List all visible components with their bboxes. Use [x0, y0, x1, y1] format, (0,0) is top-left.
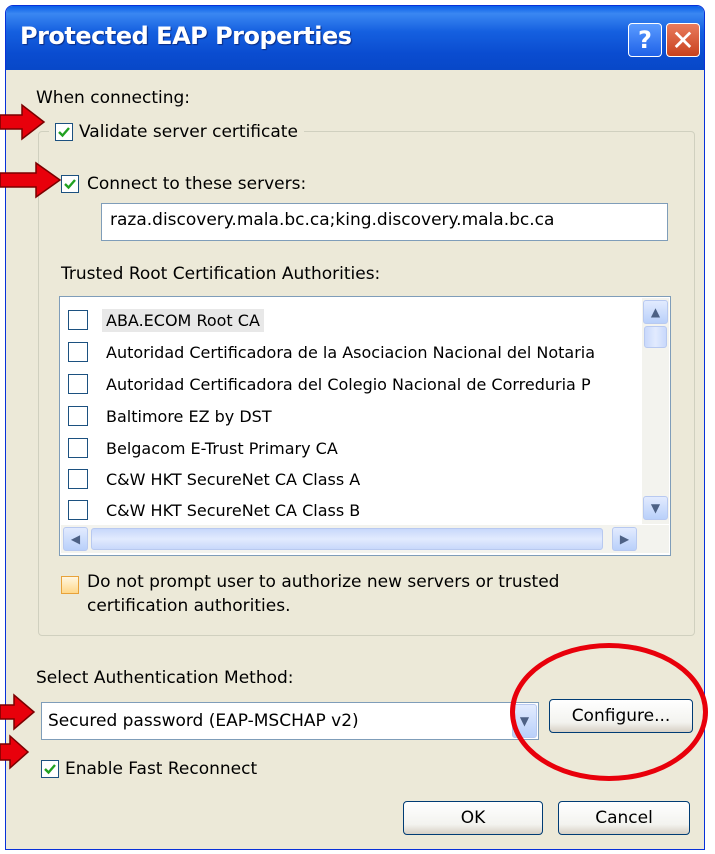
list-item[interactable]: Autoridad Certificadora de la Asociacion…: [68, 337, 599, 367]
fast-reconnect-label: Enable Fast Reconnect: [65, 759, 258, 779]
cancel-button[interactable]: Cancel: [558, 801, 690, 835]
when-connecting-label: When connecting:: [36, 88, 191, 108]
scroll-left-button[interactable]: ◀: [63, 527, 88, 551]
connect-servers-checkbox-row[interactable]: Connect to these servers:: [61, 170, 306, 198]
close-icon: ✕: [671, 23, 695, 57]
list-item-checkbox[interactable]: [68, 438, 88, 458]
do-not-prompt-checkbox[interactable]: [61, 576, 79, 594]
validate-cert-checkbox[interactable]: [55, 123, 73, 141]
do-not-prompt-label-line2: certification authorities.: [87, 596, 291, 616]
fast-reconnect-checkbox-row[interactable]: Enable Fast Reconnect: [41, 755, 257, 783]
annotation-arrow-icon: [0, 693, 36, 731]
list-item-checkbox[interactable]: [68, 406, 88, 426]
auth-method-select[interactable]: Secured password (EAP-MSCHAP v2) ▼: [41, 702, 539, 740]
chevron-up-icon: ▲: [650, 305, 661, 319]
annotation-circle: [510, 643, 708, 781]
list-item-label: C&W HKT SecureNet CA Class B: [106, 500, 361, 520]
annotation-arrow-icon: [0, 103, 46, 141]
list-item[interactable]: C&W HKT SecureNet CA Class A: [68, 464, 364, 494]
list-item[interactable]: ABA.ECOM Root CA: [68, 305, 264, 335]
title-bar[interactable]: Protected EAP Properties ? ✕: [6, 6, 704, 70]
list-item-checkbox[interactable]: [68, 342, 88, 362]
list-item-checkbox[interactable]: [68, 500, 88, 520]
do-not-prompt-label-line1: Do not prompt user to authorize new serv…: [87, 572, 560, 592]
close-button[interactable]: ✕: [666, 23, 700, 57]
annotation-arrow-icon: [0, 161, 62, 199]
list-item-label: Autoridad Certificadora de la Asociacion…: [106, 342, 596, 362]
list-item-checkbox[interactable]: [68, 310, 88, 330]
annotation-arrow-icon: [0, 734, 30, 770]
chevron-right-icon: ▶: [619, 532, 630, 546]
help-icon: ?: [638, 26, 652, 54]
auth-method-label: Select Authentication Method:: [36, 668, 294, 688]
chevron-down-icon: ▼: [650, 501, 661, 515]
list-item-checkbox[interactable]: [68, 374, 88, 394]
list-item-label: C&W HKT SecureNet CA Class A: [106, 469, 361, 489]
validate-cert-label: Validate server certificate: [79, 122, 298, 142]
list-item-label: ABA.ECOM Root CA: [102, 308, 264, 332]
scroll-down-button[interactable]: ▼: [643, 496, 668, 520]
checkmark-icon: [44, 764, 56, 775]
trusted-root-label: Trusted Root Certification Authorities:: [61, 264, 381, 284]
checkmark-icon: [58, 127, 70, 138]
connect-servers-label: Connect to these servers:: [87, 174, 307, 194]
chevron-left-icon: ◀: [70, 532, 81, 546]
list-item-label: Baltimore EZ by DST: [106, 406, 272, 426]
ok-button[interactable]: OK: [403, 801, 543, 835]
validate-cert-checkbox-row[interactable]: Validate server certificate: [49, 118, 304, 146]
scroll-right-button[interactable]: ▶: [612, 527, 637, 551]
list-item[interactable]: Autoridad Certificadora del Colegio Naci…: [68, 369, 595, 399]
list-item[interactable]: C&W HKT SecureNet CA Class B: [68, 495, 364, 525]
list-item[interactable]: Baltimore EZ by DST: [68, 401, 276, 431]
scroll-up-button[interactable]: ▲: [643, 300, 668, 324]
fast-reconnect-checkbox[interactable]: [41, 760, 59, 778]
servers-input[interactable]: raza.discovery.mala.bc.ca;king.discovery…: [101, 203, 668, 241]
horizontal-scroll-thumb[interactable]: [91, 528, 603, 550]
trusted-root-list[interactable]: ABA.ECOM Root CA Autoridad Certificadora…: [59, 296, 671, 556]
list-item[interactable]: Belgacom E-Trust Primary CA: [68, 433, 342, 463]
help-button[interactable]: ?: [628, 23, 662, 57]
list-item-label: Autoridad Certificadora del Colegio Naci…: [106, 374, 591, 394]
vertical-scrollbar[interactable]: ▲ ▼: [642, 298, 669, 524]
vertical-scroll-thumb[interactable]: [644, 326, 667, 348]
window-title: Protected EAP Properties: [20, 22, 352, 50]
auth-method-value: Secured password (EAP-MSCHAP v2): [48, 711, 359, 731]
horizontal-scrollbar[interactable]: ◀ ▶: [61, 525, 669, 553]
list-item-checkbox[interactable]: [68, 469, 88, 489]
list-item-label: Belgacom E-Trust Primary CA: [106, 438, 338, 458]
